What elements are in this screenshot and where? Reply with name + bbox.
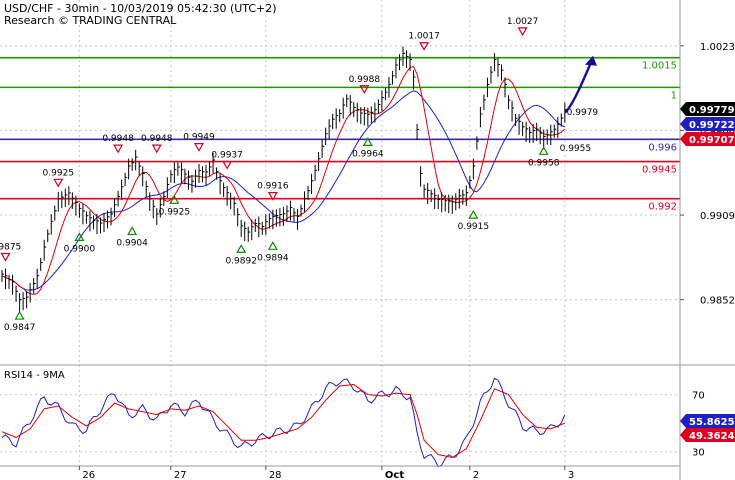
grid	[0, 0, 680, 466]
time-tick-label: Oct	[385, 470, 404, 480]
price-value-label: 0.9979	[567, 108, 599, 118]
resistance-marker-icon	[222, 160, 233, 170]
rsi-ma-line	[1, 384, 566, 458]
chart-screen: 1.0015 1 0.996 0.9945 0.992 0.9875 0.9847 0.99…	[0, 0, 735, 480]
time-tick-label: 3	[568, 470, 574, 480]
resistance-value-label: 0.9925	[43, 168, 75, 178]
support-value-label: 0.9900	[64, 244, 96, 254]
time-tick-label: 26	[82, 470, 95, 480]
resistance-marker-icon	[517, 27, 528, 37]
resistance-value-label: 0.9949	[183, 133, 215, 143]
level-label: 0.992	[648, 202, 677, 213]
resistance-value-label: 0.9916	[257, 182, 289, 192]
support-value-label: 0.9958	[528, 158, 560, 168]
price-tag: 0.99707	[680, 132, 735, 146]
price-tags: 0.99779 0.99722 0.99707 55.8625 49.3624	[680, 102, 735, 442]
time-tick-label: 28	[269, 470, 282, 480]
resistance-marker-icon	[0, 252, 11, 262]
rsi-tick-label: 70	[692, 391, 705, 402]
support-marker-icon	[169, 195, 180, 204]
level-label: 0.9945	[642, 165, 677, 176]
rsi-line	[1, 377, 566, 468]
rsi-value-tag: 49.3624	[680, 428, 735, 442]
resistance-marker-icon	[151, 144, 162, 154]
resistance-value-label: 1.0017	[408, 32, 440, 42]
price-tag-label: 49.3624	[689, 431, 735, 442]
support-marker-icon	[127, 226, 138, 236]
resistance-value-label: 0.9948	[141, 134, 173, 144]
resistance-value-label: 0.9948	[102, 134, 134, 144]
time-tick-label: 27	[174, 470, 187, 480]
level-label: 1	[671, 90, 677, 101]
support-marker-icon	[14, 310, 25, 320]
price-tag-label: 0.99779	[689, 105, 735, 116]
level-label: 1.0015	[642, 61, 677, 72]
resistance-value-label: 0.9988	[349, 75, 381, 85]
rsi-panel-title: RSI14 - 9MA	[4, 370, 65, 381]
support-value-label: 0.9925	[159, 207, 191, 217]
support-marker-icon	[236, 244, 247, 253]
chart-subtitle: Research © TRADING CENTRAL	[4, 14, 177, 27]
projection-arrow	[563, 57, 595, 114]
price-bars	[1, 46, 567, 313]
price-tick-label: 0.9909	[700, 211, 735, 222]
price-chart-svg: 1.0015 1 0.996 0.9945 0.992 0.9875 0.9847 0.99…	[0, 0, 735, 480]
resistance-marker-icon	[53, 178, 64, 188]
rsi-value-tag: 55.8625	[680, 414, 735, 428]
resistance-marker-icon	[113, 144, 124, 154]
support-value-label: 0.9847	[4, 323, 36, 333]
price-tag-label: 55.8625	[689, 417, 735, 428]
price-tag: 0.99722	[680, 117, 735, 131]
level-label: 0.996	[648, 142, 677, 153]
time-tick-label: 2	[473, 470, 479, 480]
price-value-label: 0.9955	[560, 144, 592, 154]
resistance-value-label: 0.9875	[0, 243, 21, 253]
resistance-value-label: 0.9937	[211, 150, 243, 160]
price-tag-label: 0.99707	[689, 135, 735, 146]
support-marker-icon	[267, 241, 278, 250]
price-tag-label: 0.99722	[689, 120, 735, 131]
support-value-label: 0.9892	[225, 256, 257, 266]
support-value-label: 0.9915	[458, 222, 490, 232]
support-value-label: 0.9894	[257, 253, 289, 263]
rsi-tick-label: 30	[692, 448, 705, 459]
resistance-value-label: 1.0027	[507, 17, 539, 27]
resistance-marker-icon	[193, 143, 205, 152]
price-annotations: 0.9875 0.9847 0.9925 0.9900 0.9948 0.9904 0.99…	[0, 17, 598, 333]
price-tick-label: 0.9852	[700, 296, 735, 307]
support-value-label: 0.9964	[352, 149, 384, 159]
rsi-panel	[1, 377, 566, 468]
price-tag: 0.99779	[680, 102, 735, 116]
support-value-label: 0.9904	[116, 238, 148, 248]
support-marker-icon	[538, 146, 549, 155]
price-tick-label: 1.0023	[700, 42, 735, 53]
